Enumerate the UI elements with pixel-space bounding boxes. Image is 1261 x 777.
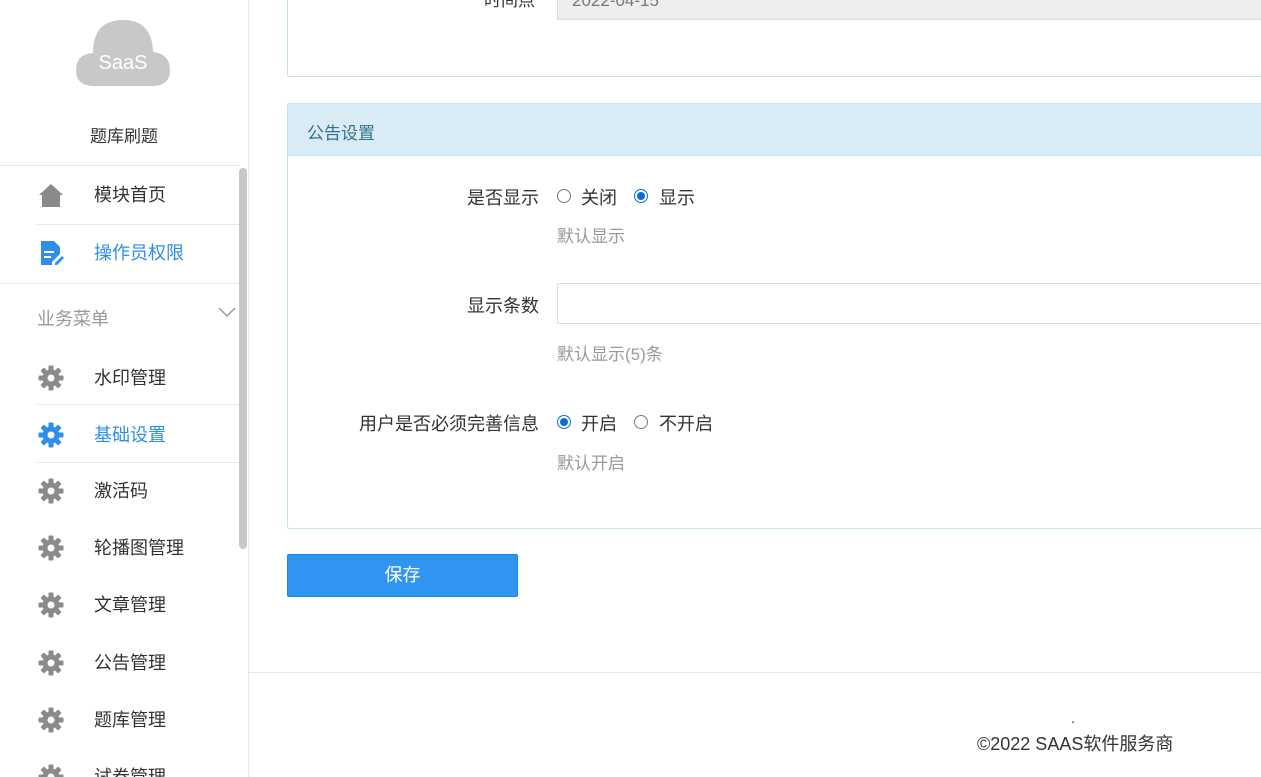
footer-copyright: ©2022 SAAS软件服务商 — [977, 734, 1174, 754]
sidebar-menu-item[interactable]: 激活码 — [0, 461, 240, 519]
radio-complete-off-label[interactable]: 不开启 — [659, 410, 713, 436]
radio-complete-off[interactable] — [634, 415, 648, 429]
sidebar-item-label: 操作员权限 — [94, 243, 184, 263]
time-input[interactable]: 2022-04-15 — [557, 0, 1261, 20]
chevron-down-icon[interactable] — [218, 306, 236, 318]
time-label: 时间点 — [484, 0, 535, 10]
gear-icon — [38, 650, 64, 676]
sidebar-item-label: 试卷管理 — [94, 767, 166, 777]
sidebar-menu-item[interactable]: 基础设置 — [0, 405, 240, 463]
divider — [37, 404, 240, 405]
sidebar-item-label: 轮播图管理 — [94, 538, 184, 558]
sidebar-item-label: 公告管理 — [94, 653, 166, 673]
sidebar-item-label: 基础设置 — [94, 425, 166, 445]
gear-icon — [38, 592, 64, 618]
show-label: 是否显示 — [467, 188, 539, 208]
sidebar-item-label: 模块首页 — [94, 185, 166, 205]
show-help-text: 默认显示 — [557, 227, 625, 246]
gear-icon — [38, 764, 64, 777]
sidebar-item-label: 水印管理 — [94, 368, 166, 388]
sidebar-menu-item[interactable]: 文章管理 — [0, 575, 240, 633]
count-input[interactable] — [557, 283, 1261, 324]
radio-complete-on[interactable] — [557, 415, 571, 429]
count-label: 显示条数 — [467, 296, 539, 316]
panel-title: 公告设置 — [307, 124, 375, 143]
sidebar-item-home[interactable]: 模块首页 — [0, 165, 240, 223]
gear-icon — [38, 707, 64, 733]
time-value: 2022-04-15 — [572, 0, 659, 10]
sidebar: SaaS 题库刷题 模块首页 操作员权限 业务菜单 水印管理基础设置激活码轮播图… — [0, 0, 249, 777]
radio-complete-on-label[interactable]: 开启 — [581, 410, 617, 436]
footer-divider — [249, 672, 1261, 673]
complete-info-help-text: 默认开启 — [557, 454, 625, 473]
logo: SaaS — [76, 18, 170, 88]
sidebar-scrollbar[interactable] — [239, 168, 247, 549]
sidebar-menu-item[interactable]: 题库管理 — [0, 690, 240, 748]
home-icon — [39, 184, 63, 207]
gear-icon — [38, 365, 64, 391]
gear-icon — [38, 535, 64, 561]
gear-icon — [38, 422, 64, 448]
sidebar-menu-item[interactable]: 试卷管理 — [0, 747, 240, 777]
logo-text: SaaS — [98, 52, 148, 74]
save-button[interactable]: 保存 — [287, 554, 518, 597]
sidebar-item-label: 题库管理 — [94, 710, 166, 730]
divider — [37, 462, 240, 463]
count-help-text: 默认显示(5)条 — [557, 345, 663, 364]
app-name: 题库刷题 — [90, 127, 158, 146]
radio-show-on[interactable] — [634, 189, 648, 203]
footer-dot: . — [1071, 710, 1075, 726]
complete-info-label: 用户是否必须完善信息 — [359, 414, 539, 434]
sidebar-item-operator-permissions[interactable]: 操作员权限 — [0, 223, 240, 281]
gear-icon — [38, 478, 64, 504]
document-edit-icon — [41, 241, 64, 265]
sidebar-menu-item[interactable]: 轮播图管理 — [0, 518, 240, 576]
sidebar-menu-item[interactable]: 水印管理 — [0, 348, 240, 406]
radio-show-off[interactable] — [557, 189, 571, 203]
sidebar-menu-item[interactable]: 公告管理 — [0, 633, 240, 691]
radio-show-off-label[interactable]: 关闭 — [581, 184, 617, 210]
panel-header: 公告设置 — [288, 104, 1261, 156]
menu-section-title[interactable]: 业务菜单 — [37, 305, 109, 331]
radio-show-on-label[interactable]: 显示 — [659, 184, 695, 210]
sidebar-item-label: 激活码 — [94, 481, 148, 501]
divider — [0, 283, 240, 284]
sidebar-item-label: 文章管理 — [94, 595, 166, 615]
